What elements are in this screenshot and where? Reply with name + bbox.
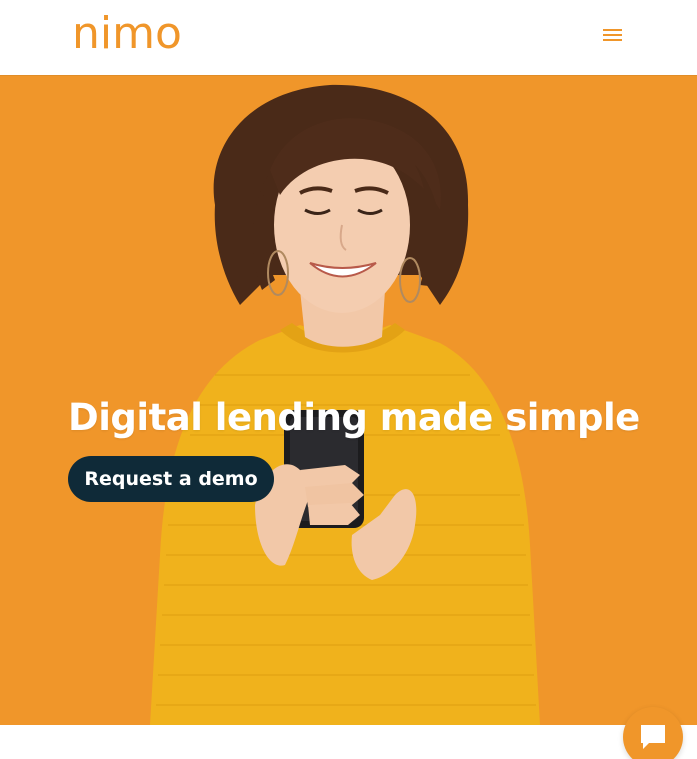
chat-glyph-icon — [641, 725, 665, 749]
hamburger-menu-icon[interactable] — [600, 24, 626, 46]
hero-title: Digital lending made simple — [68, 396, 640, 439]
page: nimo Digital lending made simple Request… — [0, 0, 697, 759]
hero-section: Digital lending made simple Request a de… — [0, 75, 697, 725]
site-header: nimo — [0, 0, 697, 75]
menu-line — [603, 34, 622, 36]
request-demo-button[interactable]: Request a demo — [68, 456, 274, 502]
nimo-logo[interactable]: nimo — [72, 4, 182, 64]
menu-line — [603, 39, 622, 41]
menu-line — [603, 29, 622, 31]
chat-bubble-icon[interactable] — [623, 707, 683, 759]
